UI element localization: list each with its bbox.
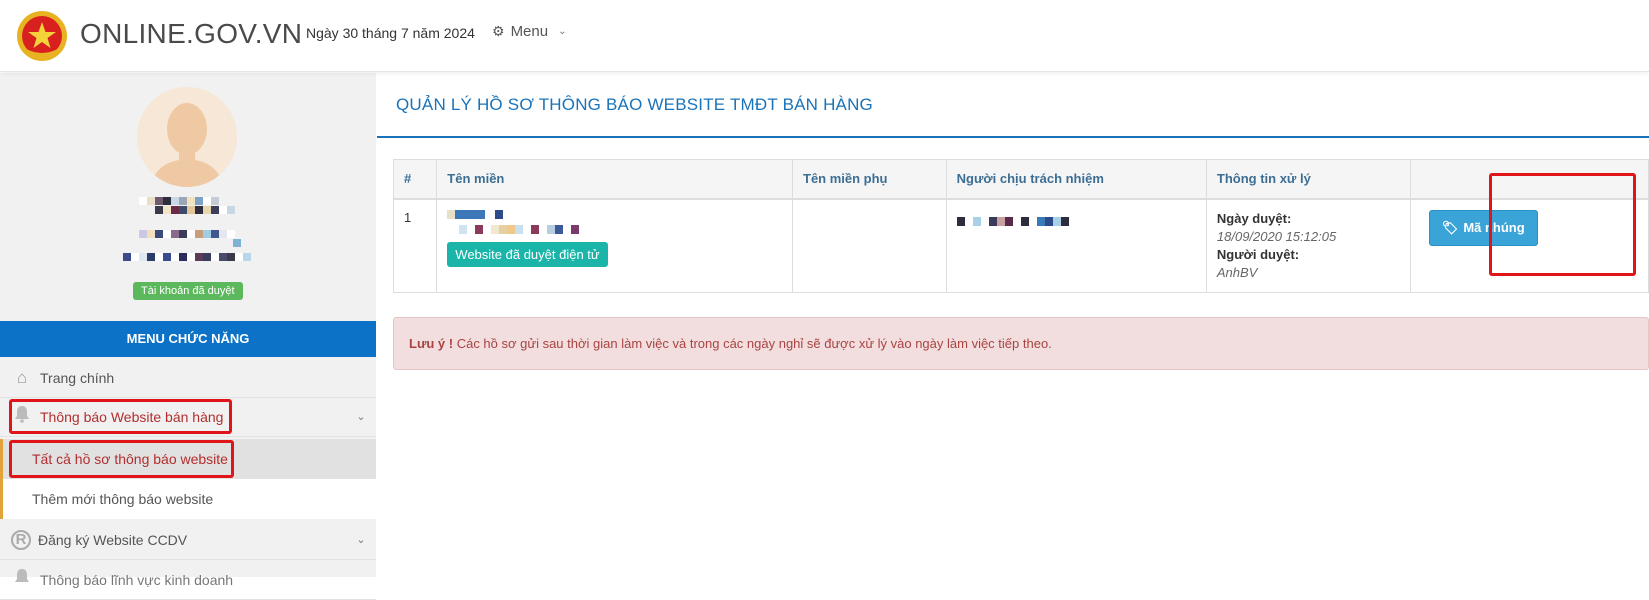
registered-icon: R: [11, 529, 31, 550]
col-header-processing: Thông tin xử lý: [1205, 159, 1411, 200]
home-icon: ⌂: [16, 367, 28, 387]
col-header-actions: [1409, 159, 1649, 200]
sidebar-item-label: Thông báo Website bán hàng: [40, 408, 224, 425]
national-emblem-logo[interactable]: [16, 10, 68, 62]
gear-icon: ⚙: [492, 23, 505, 39]
approved-date-label: Ngày duyệt:: [1216, 210, 1292, 226]
user-email-redacted: [139, 230, 235, 238]
row-index: 1: [392, 198, 438, 293]
approver-label: Người duyệt:: [1216, 246, 1300, 262]
row-actions-cell: 🏷 Mã nhúng: [1409, 198, 1649, 293]
approved-date-value: 18/09/2020 15:12:05: [1216, 228, 1337, 244]
row-processing-cell: Ngày duyệt: 18/09/2020 15:12:05 Người du…: [1205, 198, 1411, 293]
col-header-subdomain: Tên miền phụ: [792, 159, 947, 200]
approval-status-badge: Website đã duyệt điện tử: [447, 241, 608, 267]
notice-prefix: Lưu ý !: [409, 336, 454, 351]
notice-alert: Lưu ý ! Các hồ sơ gửi sau thời gian làm …: [393, 317, 1649, 370]
sidebar-item-label: Đăng ký Website CCDV: [38, 531, 188, 548]
avatar: [137, 87, 237, 187]
embed-code-label: Mã nhúng: [1463, 220, 1525, 235]
top-menu-label: Menu: [510, 23, 549, 40]
top-header: ONLINE.GOV.VN Ngày 30 tháng 7 năm 2024 ⚙…: [0, 0, 1649, 72]
row-responsible-cell: [945, 198, 1207, 293]
sidebar-item-label: Thông báo lĩnh vực kinh doanh: [40, 571, 234, 588]
user-name-redacted-2: [155, 206, 235, 214]
user-email-redacted-2: [233, 239, 241, 247]
bell-icon: [11, 405, 33, 428]
chevron-down-icon: ⌄: [356, 534, 366, 546]
embed-code-button[interactable]: 🏷 Mã nhúng: [1428, 209, 1538, 246]
top-menu-dropdown[interactable]: ⚙ Menu ⌄: [492, 23, 566, 40]
chevron-down-icon: ⌄: [356, 411, 366, 423]
table-header-row: # Tên miền Tên miền phụ Người chịu trách…: [392, 159, 1649, 200]
sidebar-item-website-notice[interactable]: Thông báo Website bán hàng ⌄: [0, 397, 376, 437]
row-domain-cell: Website đã duyệt điện tử: [436, 198, 793, 293]
sidebar-subitem-all-notices[interactable]: Tất cả hồ sơ thông báo website: [0, 439, 376, 479]
approver-value: AnhBV: [1216, 264, 1258, 280]
sidebar-subitem-new-notice[interactable]: Thêm mới thông báo website: [0, 479, 376, 519]
account-status-badge: Tài khoản đã duyệt: [133, 282, 243, 300]
title-divider: [377, 136, 1649, 138]
sidebar-item-home[interactable]: ⌂ Trang chính: [0, 358, 376, 398]
current-date: Ngày 30 tháng 7 năm 2024: [306, 25, 475, 41]
tag-icon: 🏷: [1441, 219, 1459, 235]
notice-text: Các hồ sơ gửi sau thời gian làm việc và …: [456, 336, 1052, 351]
bell-icon: [11, 568, 33, 591]
col-header-domain: Tên miền: [436, 159, 793, 200]
function-menu-title: MENU CHỨC NĂNG: [0, 321, 376, 357]
col-header-index: #: [392, 159, 438, 200]
page-title: QUẢN LÝ HỒ SƠ THÔNG BÁO WEBSITE TMĐT BÁN…: [396, 95, 873, 114]
table-row: 1 Website đã duyệt điện tử Ngày duyệt: 1…: [392, 198, 1649, 293]
user-phone-redacted: [123, 253, 251, 261]
responsible-name-redacted: [956, 216, 1196, 226]
user-name-redacted: [139, 197, 219, 205]
records-table: # Tên miền Tên miền phụ Người chịu trách…: [392, 159, 1649, 293]
site-brand[interactable]: ONLINE.GOV.VN: [80, 18, 302, 50]
sidebar-item-register-ccdv[interactable]: R Đăng ký Website CCDV ⌄: [0, 520, 376, 560]
sidebar-item-label: Trang chính: [40, 369, 115, 386]
chevron-down-icon: ⌄: [558, 26, 567, 37]
row-subdomain-cell: [792, 198, 947, 293]
sidebar-item-business-notice[interactable]: Thông báo lĩnh vực kinh doanh: [0, 560, 376, 600]
col-header-responsible: Người chịu trách nhiệm: [945, 159, 1207, 200]
domain-redacted-2: [447, 224, 782, 234]
domain-redacted: [447, 209, 782, 219]
